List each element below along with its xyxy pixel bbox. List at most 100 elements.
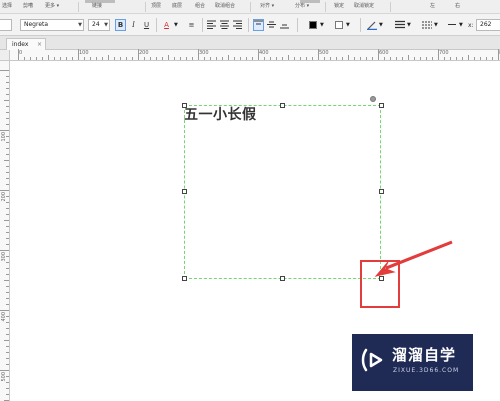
bring-to-front-button[interactable]: 顶层: [151, 2, 161, 9]
chevron-down-icon[interactable]: ▼: [459, 22, 463, 28]
main-toolbar: 选择 剪嘈 更多 ▾ 链接 顶层 底层 组合 取消组合 对齐 ▾ 分布 ▾ 锁定…: [0, 0, 500, 14]
text-color-swatch[interactable]: [309, 21, 317, 29]
distribute-dropdown[interactable]: 分布 ▾: [295, 2, 309, 9]
rotate-handle[interactable]: [370, 96, 376, 102]
send-to-back-button[interactable]: 底层: [172, 2, 182, 9]
tool-link-button[interactable]: 链接: [92, 2, 102, 9]
close-icon[interactable]: ×: [37, 39, 42, 50]
italic-button[interactable]: I: [128, 19, 139, 31]
underline-button[interactable]: U: [141, 19, 152, 31]
text-widget-selection[interactable]: [184, 105, 381, 279]
ruler-v-tick: [6, 202, 9, 203]
chevron-down-icon[interactable]: ▼: [346, 22, 350, 28]
text-widget-content[interactable]: 五一小长假: [184, 104, 257, 124]
resize-handle-right[interactable]: [379, 189, 384, 194]
ruler-h-tick: [276, 57, 277, 60]
toolbar-divider: [156, 18, 157, 32]
horizontal-ruler: 0100200300400500600700800: [10, 49, 500, 61]
valign-middle-icon[interactable]: [266, 19, 277, 31]
ruler-h-tick: [102, 57, 103, 60]
ruler-h-label: 500: [319, 50, 329, 56]
ungroup-button[interactable]: 取消组合: [215, 2, 235, 9]
left-button[interactable]: 左: [430, 2, 435, 9]
ruler-v-tick: [6, 364, 9, 365]
chevron-down-icon[interactable]: ▼: [379, 22, 383, 28]
tab-index[interactable]: index ×: [6, 38, 46, 50]
ruler-h-tick: [78, 49, 79, 60]
chevron-down-icon[interactable]: ▼: [174, 22, 178, 28]
right-button[interactable]: 右: [455, 2, 460, 9]
line-weight-icon[interactable]: [394, 19, 405, 31]
arrow-style-icon[interactable]: [446, 19, 457, 31]
watermark-subtitle: ZIXUE.3D66.COM: [393, 367, 460, 374]
ruler-v-tick: [6, 214, 9, 215]
chevron-down-icon[interactable]: ▼: [434, 22, 438, 28]
tool-clip-button[interactable]: 剪嘈: [23, 2, 33, 9]
ruler-h-tick: [306, 57, 307, 60]
ruler-h-tick: [246, 57, 247, 60]
unlock-button[interactable]: 取消锁定: [354, 2, 374, 9]
ruler-h-tick: [360, 57, 361, 60]
valign-bottom-icon[interactable]: [279, 19, 290, 31]
x-position-value: 262: [480, 21, 492, 28]
fill-color-swatch[interactable]: [335, 21, 343, 29]
resize-handle-bottom-left[interactable]: [182, 276, 187, 281]
ruler-h-tick: [432, 57, 433, 60]
font-color-button[interactable]: A: [161, 19, 172, 31]
x-position-input[interactable]: 262: [476, 19, 500, 31]
bold-button[interactable]: B: [115, 19, 126, 31]
ruler-v-tick: [6, 88, 9, 89]
resize-handle-left[interactable]: [182, 189, 187, 194]
align-center-icon[interactable]: [219, 19, 230, 31]
line-color-icon[interactable]: [366, 19, 377, 31]
style-dropdown[interactable]: [0, 19, 12, 31]
ruler-v-tick: [6, 292, 9, 293]
ruler-h-tick: [354, 57, 355, 60]
group-button[interactable]: 组合: [195, 2, 205, 9]
toolbar-divider: [390, 2, 391, 12]
ruler-v-tick: [4, 220, 9, 221]
ruler-v-tick: [6, 148, 9, 149]
ruler-h-tick: [366, 57, 367, 60]
ruler-v-tick: [6, 94, 9, 95]
ruler-h-tick: [252, 57, 253, 60]
document-tabs: index ×: [0, 36, 500, 50]
ruler-h-tick: [126, 57, 127, 60]
ruler-h-tick: [96, 57, 97, 60]
ruler-h-tick: [342, 57, 343, 60]
align-left-icon[interactable]: [206, 19, 217, 31]
ruler-h-tick: [408, 55, 409, 60]
ruler-h-tick: [222, 57, 223, 60]
resize-handle-top[interactable]: [280, 103, 285, 108]
line-style-icon[interactable]: [421, 19, 432, 31]
lock-button[interactable]: 锁定: [334, 2, 344, 9]
align-right-icon[interactable]: [232, 19, 243, 31]
ruler-h-tick: [36, 57, 37, 60]
toolbar-divider: [325, 2, 326, 12]
watermark-title: 溜溜自学: [392, 346, 457, 364]
tool-more-button[interactable]: 更多 ▾: [45, 2, 59, 9]
resize-handle-top-right[interactable]: [379, 103, 384, 108]
chevron-down-icon[interactable]: ▼: [320, 22, 324, 28]
font-size-select[interactable]: 24 ▼: [88, 19, 110, 31]
toolbar-divider: [297, 18, 298, 32]
align-dropdown[interactable]: 对齐 ▾: [260, 2, 274, 9]
ruler-h-tick: [120, 57, 121, 60]
font-family-select[interactable]: Negreta ▼: [20, 19, 84, 31]
valign-top-icon[interactable]: [253, 19, 264, 31]
ruler-h-tick: [84, 57, 85, 60]
ruler-v-tick: [6, 82, 9, 83]
ruler-v-tick: [0, 370, 9, 371]
ruler-v-tick: [6, 382, 9, 383]
ruler-h-label: 400: [259, 50, 269, 56]
ruler-h-tick: [474, 57, 475, 60]
resize-handle-top-left[interactable]: [182, 103, 187, 108]
bullet-list-button[interactable]: ≡: [186, 19, 197, 31]
ruler-h-tick: [348, 55, 349, 60]
ruler-h-tick: [318, 49, 319, 60]
chevron-down-icon[interactable]: ▼: [407, 22, 411, 28]
tool-select-button[interactable]: 选择: [2, 2, 12, 9]
ruler-v-tick: [6, 244, 9, 245]
resize-handle-bottom[interactable]: [280, 276, 285, 281]
ruler-h-tick: [480, 57, 481, 60]
